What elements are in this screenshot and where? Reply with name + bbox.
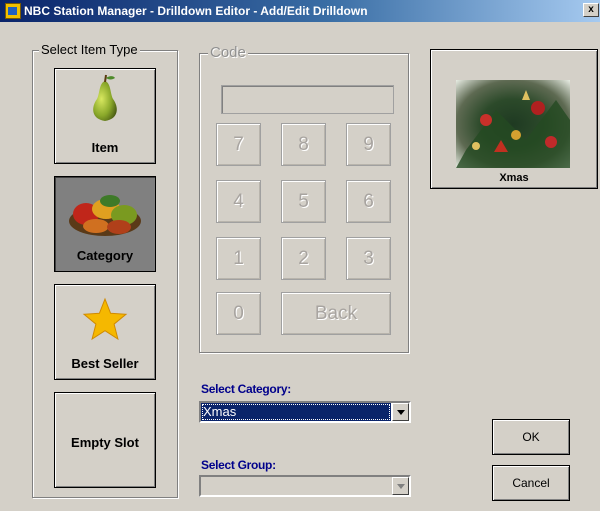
best-seller-tile-label: Best Seller [71,356,139,371]
key-7[interactable]: 7 [216,123,261,166]
back-key[interactable]: Back [281,292,391,335]
code-group: Code 7 8 9 4 5 6 1 2 3 0 Back [199,44,409,353]
code-legend: Code [208,44,248,61]
key-2[interactable]: 2 [281,237,326,280]
cancel-button[interactable]: Cancel [492,465,570,501]
category-tile-label: Category [76,248,134,263]
key-4[interactable]: 4 [216,180,261,223]
select-group-label: Select Group: [201,458,276,472]
category-select[interactable]: Xmas [199,401,411,423]
key-3[interactable]: 3 [346,237,391,280]
christmas-tree-image [456,80,570,168]
item-type-group: Select Item Type Item Category Best Sell… [32,42,178,498]
key-0[interactable]: 0 [216,292,261,335]
best-seller-tile[interactable]: Best Seller [54,284,156,380]
category-tile[interactable]: Category [54,176,156,272]
chevron-down-icon[interactable] [392,403,409,421]
key-5[interactable]: 5 [281,180,326,223]
group-select[interactable] [199,475,411,497]
key-9[interactable]: 9 [346,123,391,166]
empty-slot-tile[interactable]: Empty Slot [54,392,156,488]
app-icon [5,3,21,19]
key-6[interactable]: 6 [346,180,391,223]
key-1[interactable]: 1 [216,237,261,280]
close-button[interactable]: x [583,3,599,17]
select-category-label: Select Category: [201,382,291,396]
item-tile-label: Item [91,140,119,155]
vegetables-image [69,195,141,236]
title-bar: NBC Station Manager - Drilldown Editor -… [0,0,600,22]
chevron-down-icon[interactable] [392,477,409,495]
empty-slot-tile-label: Empty Slot [71,435,139,450]
preview-panel: Xmas [430,49,598,189]
key-8[interactable]: 8 [281,123,326,166]
group-select-value [201,477,391,495]
code-display [221,85,394,114]
item-tile[interactable]: Item [54,68,156,164]
pear-icon [93,74,117,121]
preview-label: Xmas [499,172,529,184]
ok-button[interactable]: OK [492,419,570,455]
category-select-value: Xmas [201,403,391,421]
item-type-legend: Select Item Type [39,42,140,57]
star-icon [82,297,128,341]
window-title: NBC Station Manager - Drilldown Editor -… [24,4,368,18]
